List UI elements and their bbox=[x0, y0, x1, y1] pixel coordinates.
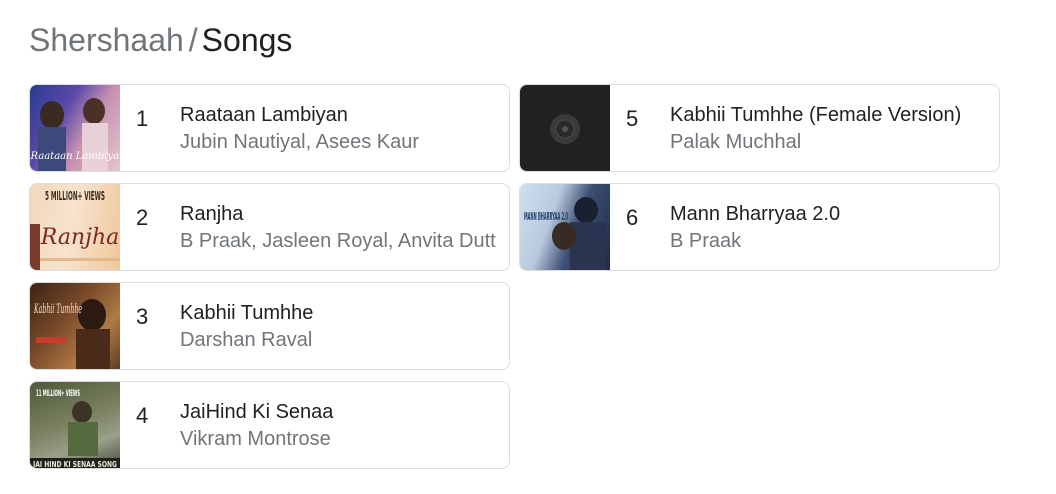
song-card[interactable]: 5 Kabhii Tumhhe (Female Version) Palak M… bbox=[519, 84, 1000, 172]
album-art-thumbnail: 5 MILLION+ VIEWS Ranjha bbox=[30, 184, 120, 270]
thumbnail-text: Ranjha bbox=[40, 225, 119, 250]
breadcrumb-parent[interactable]: Shershaah bbox=[29, 22, 184, 58]
thumbnail-text: MANN BHARRYAA 2.0 bbox=[524, 210, 568, 223]
song-rank: 6 bbox=[626, 205, 639, 230]
song-card[interactable]: 5 MILLION+ VIEWS Ranjha 2 Ranjha B Praak… bbox=[29, 183, 510, 271]
song-artist: Jubin Nautiyal, Asees Kaur bbox=[180, 131, 420, 153]
song-title: Raataan Lambiyan bbox=[180, 104, 348, 126]
thumbnail-badge: 5 MILLION+ VIEWS bbox=[45, 189, 105, 203]
song-card[interactable]: MANN BHARRYAA 2.0 6 Mann Bharryaa 2.0 B … bbox=[519, 183, 1000, 271]
song-rank: 1 bbox=[136, 106, 149, 131]
album-art-thumbnail: Raataan Lambiyan bbox=[30, 85, 120, 171]
song-card[interactable]: Raataan Lambiyan 1 Raataan Lambiyan Jubi… bbox=[29, 84, 510, 172]
song-rank: 3 bbox=[136, 304, 149, 329]
thumbnail-text: JAI HIND KI SENAA SONG bbox=[32, 460, 117, 469]
page-title: Shershaah / Songs bbox=[29, 20, 292, 60]
vinyl-record-icon bbox=[520, 85, 610, 171]
song-rank: 2 bbox=[136, 205, 149, 230]
song-card[interactable]: 11 MILLION+ VIEWS JAI HIND KI SENAA SONG… bbox=[29, 381, 510, 469]
song-title: Ranjha bbox=[180, 203, 244, 225]
song-title: JaiHind Ki Senaa bbox=[180, 401, 334, 423]
song-title: Kabhii Tumhhe bbox=[180, 302, 314, 324]
song-rank: 5 bbox=[626, 106, 639, 131]
song-rank: 4 bbox=[136, 403, 149, 428]
album-art-thumbnail: 11 MILLION+ VIEWS JAI HIND KI SENAA SONG bbox=[30, 382, 120, 469]
song-artist: B Praak, Jasleen Royal, Anvita Dutt bbox=[180, 230, 496, 252]
album-art-thumbnail: MANN BHARRYAA 2.0 bbox=[520, 184, 610, 270]
thumbnail-badge: 11 MILLION+ VIEWS bbox=[36, 389, 80, 399]
song-artist: Vikram Montrose bbox=[180, 428, 331, 450]
song-card[interactable]: Kabhii Tumhhe 3 Kabhii Tumhhe Darshan Ra… bbox=[29, 282, 510, 370]
song-artist: B Praak bbox=[670, 230, 742, 252]
song-artist: Palak Muchhal bbox=[670, 131, 802, 153]
song-title: Kabhii Tumhhe (Female Version) bbox=[670, 104, 962, 126]
album-art-thumbnail: Kabhii Tumhhe bbox=[30, 283, 120, 369]
song-title: Mann Bharryaa 2.0 bbox=[670, 203, 841, 225]
thumbnail-text: Kabhii Tumhhe bbox=[34, 302, 83, 317]
breadcrumb-current: Songs bbox=[201, 22, 293, 58]
song-artist: Darshan Raval bbox=[180, 329, 313, 351]
breadcrumb-separator: / bbox=[188, 22, 198, 58]
thumbnail-text: Raataan Lambiyan bbox=[30, 151, 120, 162]
